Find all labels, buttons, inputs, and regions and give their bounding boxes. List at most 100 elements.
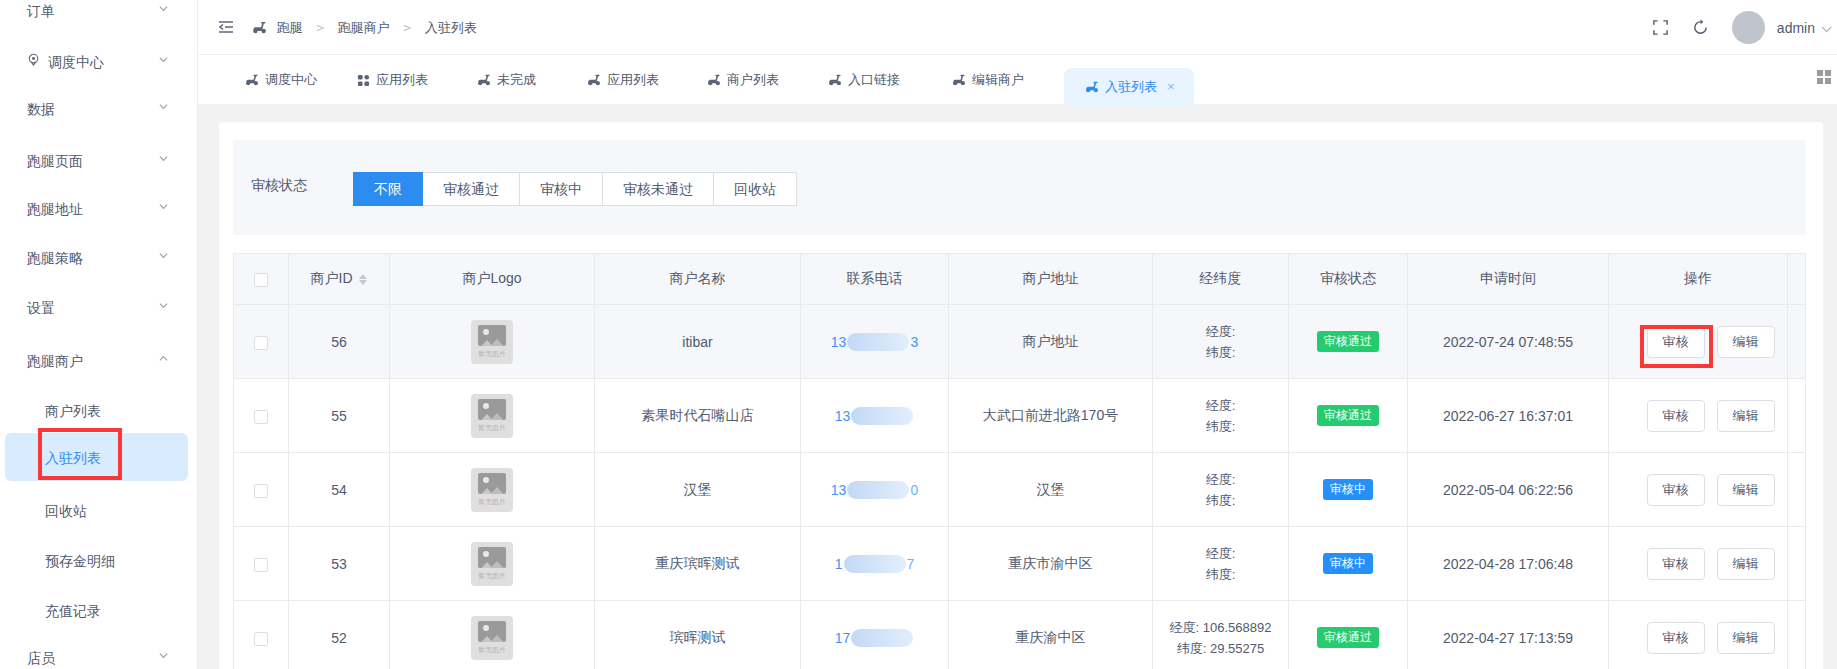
row-checkbox[interactable]: [254, 632, 268, 646]
col-lnglat: 经纬度: [1153, 254, 1289, 305]
sidebar-item-orders[interactable]: 订单: [0, 0, 197, 34]
row-checkbox[interactable]: [254, 410, 268, 424]
tab-merchant-list[interactable]: 商户列表: [707, 55, 779, 105]
phone-blur: [847, 333, 909, 351]
table-row: 52 暂无图片 瑸晖测试 17 重庆渝中区 经度: 106.568892纬度: …: [234, 601, 1806, 669]
refresh-icon[interactable]: [1692, 19, 1710, 37]
phone-blur: [851, 629, 913, 647]
sidebar-item-recycle-bin[interactable]: 回收站: [0, 486, 197, 534]
menu-fold-icon[interactable]: [217, 18, 235, 36]
table-row: 54 暂无图片 汉堡 130 汉堡 经度: 纬度: 审核中 2022-05-04…: [234, 453, 1806, 527]
status-badge: 审核通过: [1317, 331, 1379, 352]
sidebar-item-clerk[interactable]: 店员: [0, 633, 197, 669]
sidebar-item-errand-page[interactable]: 跑腿页面: [0, 136, 197, 184]
sidebar: 订单 调度中心 数据 跑腿页面 跑腿地址 跑腿策略 设置 跑腿商户 商户列表 入…: [0, 0, 198, 669]
phone-number[interactable]: 17: [835, 556, 915, 572]
close-icon[interactable]: ×: [1167, 79, 1175, 94]
edit-button[interactable]: 编辑: [1717, 400, 1775, 432]
edit-button[interactable]: 编辑: [1717, 326, 1775, 358]
breadcrumb-item[interactable]: 跑腿商户: [338, 20, 390, 35]
tab-app-list-2[interactable]: 应用列表: [587, 55, 659, 105]
filter-panel: 审核状态 不限 审核通过 审核中 审核未通过 回收站: [233, 140, 1805, 235]
tab-list-icon[interactable]: [1816, 69, 1831, 84]
chevron-down-icon: [159, 651, 167, 659]
select-all-checkbox[interactable]: [254, 273, 268, 287]
phone-number[interactable]: 13: [835, 408, 915, 424]
filter-option-all[interactable]: 不限: [353, 172, 423, 206]
status-badge: 审核通过: [1317, 627, 1379, 648]
col-address: 商户地址: [949, 254, 1153, 305]
breadcrumb-separator: >: [403, 20, 411, 35]
image-icon: [478, 547, 506, 568]
col-apply-time: 申请时间: [1408, 254, 1609, 305]
filter-option-approved[interactable]: 审核通过: [422, 172, 520, 206]
sidebar-item-prestore-detail[interactable]: 预存金明细: [0, 536, 197, 584]
col-actions: 操作: [1609, 254, 1788, 305]
status-badge: 审核中: [1323, 553, 1373, 574]
row-checkbox[interactable]: [254, 336, 268, 350]
sidebar-item-data[interactable]: 数据: [0, 84, 197, 132]
audit-button[interactable]: 审核: [1647, 474, 1705, 506]
edit-button[interactable]: 编辑: [1717, 548, 1775, 580]
tab-app-list-1[interactable]: 应用列表: [357, 55, 428, 105]
phone-blur: [847, 481, 909, 499]
sidebar-item-dispatch-center[interactable]: 调度中心: [0, 37, 197, 85]
row-checkbox[interactable]: [254, 484, 268, 498]
sidebar-item-merchant-list[interactable]: 商户列表: [0, 386, 197, 434]
breadcrumb-item[interactable]: 入驻列表: [425, 20, 477, 35]
breadcrumb-item[interactable]: 跑腿: [277, 20, 303, 35]
audit-button[interactable]: 审核: [1647, 622, 1705, 654]
image-icon: [478, 399, 506, 420]
phone-number[interactable]: 133: [831, 334, 918, 350]
content-panel: 审核状态 不限 审核通过 审核中 审核未通过 回收站 商户ID 商户Logo: [219, 122, 1823, 669]
lnglat-cell: 经度: 纬度:: [1153, 395, 1288, 437]
col-phone: 联系电话: [801, 254, 949, 305]
phone-number[interactable]: 130: [831, 482, 918, 498]
sort-icon[interactable]: [358, 273, 368, 286]
filter-option-reviewing[interactable]: 审核中: [519, 172, 603, 206]
row-checkbox[interactable]: [254, 558, 268, 572]
phone-blur: [851, 407, 913, 425]
content-area: 审核状态 不限 审核通过 审核中 审核未通过 回收站 商户ID 商户Logo: [198, 105, 1837, 669]
table-header-row: 商户ID 商户Logo 商户名称 联系电话 商户地址 经纬度 审核状态 申请时间…: [234, 254, 1806, 305]
table-row: 56 暂无图片 itibar 133 商户地址 经度: 纬度: 审核通过 202…: [234, 305, 1806, 379]
col-merchant-id: 商户ID: [289, 254, 390, 305]
no-image-placeholder: 暂无图片: [471, 616, 513, 660]
col-merchant-logo: 商户Logo: [390, 254, 595, 305]
tab-dispatch-center[interactable]: 调度中心: [245, 55, 317, 105]
tab-unfinished[interactable]: 未完成: [477, 55, 536, 105]
audit-button[interactable]: 审核: [1647, 400, 1705, 432]
sidebar-item-errand-strategy[interactable]: 跑腿策略: [0, 233, 197, 281]
status-badge: 审核中: [1323, 479, 1373, 500]
audit-button[interactable]: 审核: [1647, 548, 1705, 580]
sidebar-item-errand-merchant[interactable]: 跑腿商户: [0, 336, 197, 384]
col-status: 审核状态: [1289, 254, 1408, 305]
chevron-down-icon: [159, 251, 167, 259]
top-header: 跑腿 > 跑腿商户 > 入驻列表 admin: [198, 0, 1837, 55]
edit-button[interactable]: 编辑: [1717, 474, 1775, 506]
header-checkbox-cell: [234, 254, 289, 305]
sidebar-item-errand-address[interactable]: 跑腿地址: [0, 184, 197, 232]
chevron-down-icon: [159, 55, 167, 63]
filter-option-rejected[interactable]: 审核未通过: [602, 172, 714, 206]
tab-edit-merchant[interactable]: 编辑商户: [952, 55, 1024, 105]
audit-button[interactable]: 审核: [1647, 326, 1705, 358]
fullscreen-icon[interactable]: [1652, 19, 1670, 37]
table-row: 55 暂无图片 素果时代石嘴山店 13 大武口前进北路170号 经度: 纬度: …: [234, 379, 1806, 453]
avatar[interactable]: [1732, 11, 1765, 44]
tab-entry-list-active[interactable]: 入驻列表×: [1064, 68, 1194, 105]
no-image-placeholder: 暂无图片: [471, 320, 513, 364]
tab-entry-link[interactable]: 入口链接: [828, 55, 900, 105]
user-menu[interactable]: admin: [1777, 20, 1828, 36]
chevron-down-icon: [159, 154, 167, 162]
no-image-placeholder: 暂无图片: [471, 542, 513, 586]
sidebar-item-settings[interactable]: 设置: [0, 283, 197, 331]
sidebar-item-recharge-record[interactable]: 充值记录: [0, 586, 197, 634]
phone-blur: [844, 555, 906, 573]
filter-option-recycle[interactable]: 回收站: [713, 172, 797, 206]
sidebar-item-entry-list[interactable]: 入驻列表: [5, 433, 188, 481]
phone-number[interactable]: 17: [835, 630, 915, 646]
no-image-placeholder: 暂无图片: [471, 394, 513, 438]
edit-button[interactable]: 编辑: [1717, 622, 1775, 654]
status-badge: 审核通过: [1317, 405, 1379, 426]
